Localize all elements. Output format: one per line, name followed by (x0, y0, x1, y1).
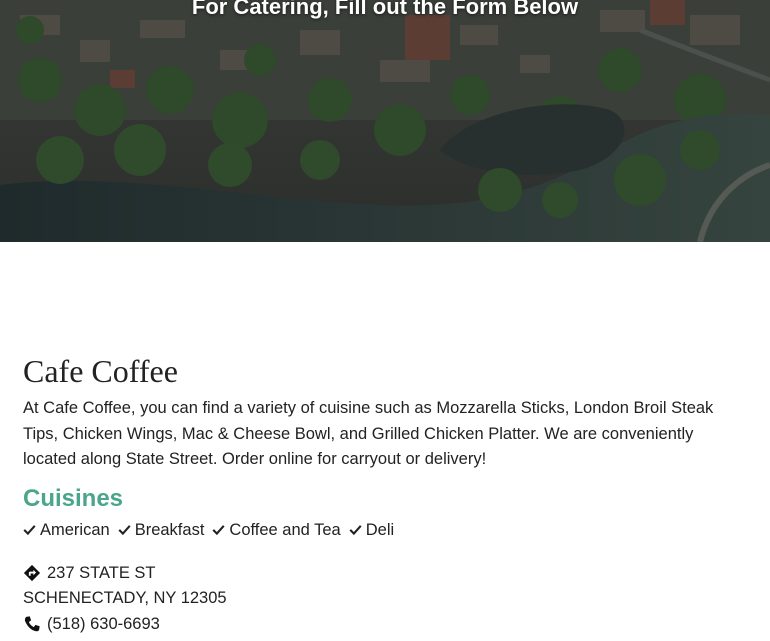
cuisine-item: American (23, 519, 110, 541)
phone-icon (24, 616, 40, 632)
check-icon (349, 525, 362, 536)
cuisine-label: American (40, 520, 110, 539)
restaurant-description: At Cafe Coffee, you can find a variety o… (23, 399, 714, 468)
address-city-state-zip: SCHENECTADY, NY 12305 (23, 589, 227, 607)
directions-icon (23, 565, 41, 582)
cuisine-label: Breakfast (134, 520, 205, 539)
cuisine-label: Deli (365, 520, 395, 539)
phone-line[interactable]: (518) 630-6693 (23, 612, 743, 638)
restaurant-info: Cafe Coffee At Cafe Coffee, you can find… (23, 352, 743, 637)
check-icon (23, 525, 36, 536)
cuisine-label: Coffee and Tea (229, 520, 341, 539)
address-street: 237 STATE ST (47, 563, 156, 582)
cuisine-item: Deli (349, 519, 394, 541)
restaurant-name: Cafe Coffee (23, 353, 178, 389)
address-street-line[interactable]: 237 STATE ST (23, 561, 743, 587)
hero-banner: For Catering, Fill out the Form Below (0, 0, 770, 242)
location-block: 237 STATE ST SCHENECTADY, NY 12305 (518)… (23, 561, 743, 638)
check-icon (212, 525, 225, 536)
cuisine-item: Breakfast (118, 519, 205, 541)
check-icon (118, 525, 131, 536)
cuisine-list: American Breakfast Coffee and Tea Deli (23, 519, 743, 541)
cuisines-heading: Cuisines (23, 484, 124, 512)
phone-number-link[interactable]: (518) 630-6693 (47, 612, 160, 638)
cuisine-item: Coffee and Tea (212, 519, 341, 541)
hero-aerial-town-image (0, 0, 770, 242)
catering-heading: For Catering, Fill out the Form Below (191, 0, 579, 19)
